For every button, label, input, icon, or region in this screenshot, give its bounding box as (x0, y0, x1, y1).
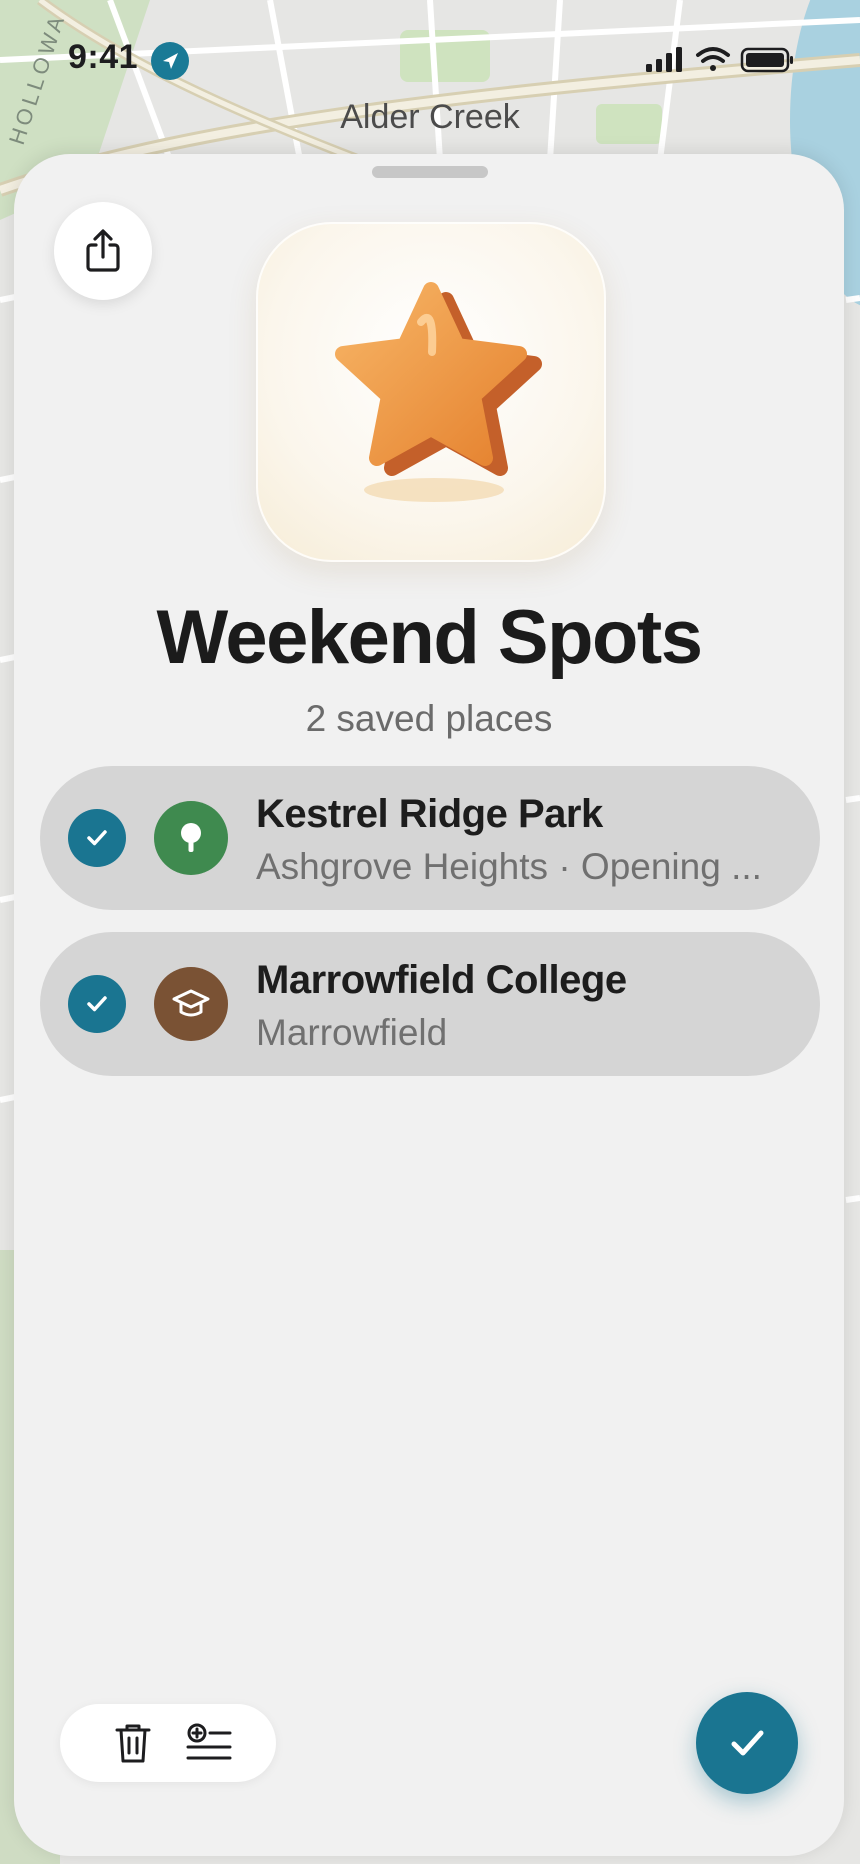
map-area-label: Alder Creek (340, 98, 520, 136)
graduation-cap-icon (154, 967, 228, 1041)
wifi-icon (696, 47, 730, 71)
selected-checkmark-icon[interactable] (68, 975, 126, 1033)
place-detail: Marrowfield (256, 1012, 448, 1053)
place-row[interactable]: Kestrel Ridge Park Ashgrove Heights · Op… (40, 766, 820, 910)
list-place-count: 2 saved places (305, 698, 553, 739)
add-to-list-icon (186, 1723, 232, 1760)
share-button[interactable] (54, 202, 152, 300)
location-arrow-icon (151, 42, 189, 80)
add-to-list-button[interactable] (182, 1716, 236, 1770)
list-title: Weekend Spots (156, 595, 703, 680)
checkmark-icon (731, 1730, 764, 1756)
place-detail: Ashgrove Heights · Opening ... (256, 846, 762, 887)
done-button[interactable] (696, 1692, 798, 1794)
tree-icon (154, 801, 228, 875)
place-name: Marrowfield College (256, 958, 627, 1002)
status-indicators (646, 44, 796, 76)
place-name: Kestrel Ridge Park (256, 792, 603, 836)
sheet-grabber[interactable] (372, 166, 488, 178)
trash-icon (115, 1724, 151, 1763)
list-detail-sheet: Weekend Spots 2 saved places Kestrel Rid… (14, 154, 844, 1856)
share-icon (86, 229, 120, 272)
place-row[interactable]: Marrowfield College Marrowfield (40, 932, 820, 1076)
battery-icon (740, 47, 793, 73)
star-icon (335, 282, 542, 502)
cellular-signal-icon (646, 47, 682, 72)
list-icon-tile (256, 222, 606, 562)
edit-toolbar (60, 1704, 276, 1782)
status-time: 9:41 (68, 38, 139, 76)
delete-button[interactable] (106, 1716, 160, 1770)
selected-checkmark-icon[interactable] (68, 809, 126, 867)
